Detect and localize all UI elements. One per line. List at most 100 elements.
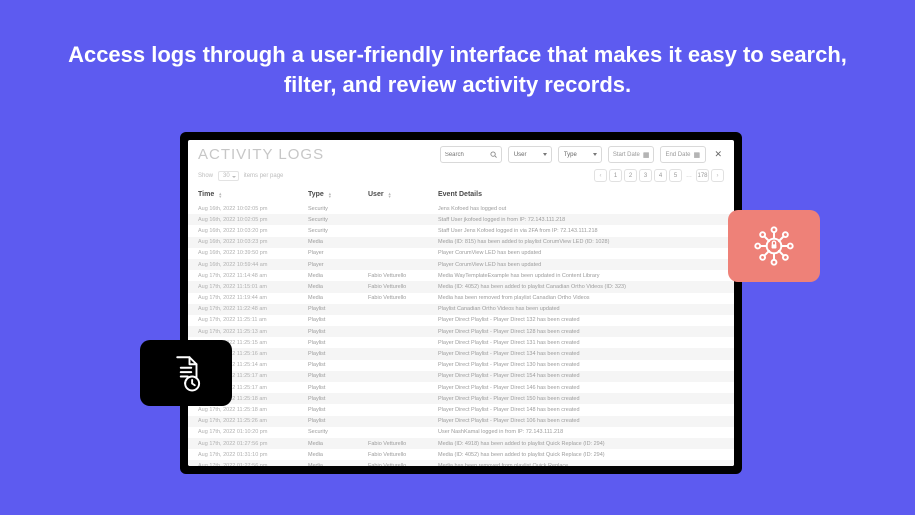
topbar: ACTIVITY LOGS User Type Start Date ▦ End… xyxy=(188,140,734,169)
per-page-prefix: Show xyxy=(198,173,213,179)
table-row[interactable]: Aug 16th, 2022 10:03:20 pmSecurityStaff … xyxy=(188,225,734,236)
table-row[interactable]: Aug 17th, 2022 11:25:11 amPlaylist Player… xyxy=(188,315,734,326)
cell-event: Staff User Jens Kofoed logged in via 2FA… xyxy=(438,228,724,234)
table-row[interactable]: Aug 16th, 2022 10:39:50 pmPlayerPlayer C… xyxy=(188,248,734,259)
cell-event: Player Direct Playlist - Player Direct 1… xyxy=(438,407,724,413)
calendar-icon: ▦ xyxy=(643,151,650,159)
per-page-label: items per page xyxy=(244,173,284,179)
table-row[interactable]: Aug 17th, 2022 11:19:44 amMediaFabio Vet… xyxy=(188,293,734,304)
cell-type: Player xyxy=(308,250,368,256)
cell-time: Aug 17th, 2022 11:19:44 am xyxy=(198,295,308,301)
start-date-input[interactable]: Start Date ▦ xyxy=(608,146,655,163)
table-row[interactable]: Aug 17th, 2022 11:25:14 amPlaylistPlayer… xyxy=(188,360,734,371)
cell-type: Playlist xyxy=(308,418,368,424)
table-row[interactable]: Aug 16th, 2022 10:03:23 pmMediaMedia (ID… xyxy=(188,237,734,248)
sort-icon: ▲▼ xyxy=(218,192,222,198)
cell-event: Media (ID: 4918) has been added to playl… xyxy=(438,441,724,447)
overlay-network-lock-icon xyxy=(728,210,820,282)
cell-event: Player Direct Playlist - Player Direct 1… xyxy=(438,351,724,357)
cell-event: Media has been removed from playlist Qui… xyxy=(438,463,724,466)
cell-event: Player Direct Playlist - Player Direct 1… xyxy=(438,362,724,368)
table-row[interactable]: Aug 17th, 2022 01:27:56 pmMediaFabio Vet… xyxy=(188,460,734,466)
cell-time: Aug 17th, 2022 11:25:26 am xyxy=(198,418,308,424)
table-header: Time▲▼ Type▲▼ User▲▼ Event Details xyxy=(188,186,734,203)
page-4[interactable]: 4 xyxy=(654,169,667,182)
cell-time: Aug 16th, 2022 10:02:05 pm xyxy=(198,217,308,223)
subbar: Show 30 items per page ‹ 1 2 3 4 5 … 178… xyxy=(188,169,734,186)
table-row[interactable]: Aug 17th, 2022 01:27:56 pmMediaFabio Vet… xyxy=(188,438,734,449)
cell-type: Playlist xyxy=(308,329,368,335)
per-page-select[interactable]: 30 xyxy=(218,171,239,181)
sort-icon: ▲▼ xyxy=(328,192,332,198)
clear-filters-button[interactable]: ✕ xyxy=(712,149,724,160)
cell-event: Player CorumView LED has been updated xyxy=(438,250,724,256)
cell-event: Player Direct Playlist - Player Direct 1… xyxy=(438,317,724,323)
cell-time: Aug 17th, 2022 11:25:11 am xyxy=(198,317,308,323)
cell-event: Media (ID: 4052) has been added to playl… xyxy=(438,452,724,458)
page-next-button[interactable]: › xyxy=(711,169,724,182)
table-row[interactable]: Aug 16th, 2022 10:02:05 pmSecurity Staff … xyxy=(188,214,734,225)
search-field[interactable] xyxy=(440,146,502,163)
table-row[interactable]: Aug 17th, 2022 11:25:15 amPlaylistPlayer… xyxy=(188,337,734,348)
page-5[interactable]: 5 xyxy=(669,169,682,182)
table-row[interactable]: Aug 17th, 2022 11:25:16 amPlaylistPlayer… xyxy=(188,348,734,359)
cell-event: Playlist Canadian Ortho Videos has been … xyxy=(438,306,724,312)
page-2[interactable]: 2 xyxy=(624,169,637,182)
cell-user: Fabio Vetturello xyxy=(368,273,438,279)
filter-user-select[interactable]: User xyxy=(508,146,552,163)
table-row[interactable]: Aug 17th, 2022 11:25:17 amPlaylistPlayer… xyxy=(188,371,734,382)
cell-time: Aug 17th, 2022 11:22:48 am xyxy=(198,306,308,312)
cell-event: Jens Kofoed has logged out xyxy=(438,206,724,212)
table-row[interactable]: Aug 16th, 2022 10:59:44 amPlayerPlayer C… xyxy=(188,259,734,270)
table-row[interactable]: Aug 17th, 2022 11:25:17 amPlaylistPlayer… xyxy=(188,382,734,393)
cell-event: Media has been removed from playlist Can… xyxy=(438,295,724,301)
cell-type: Media xyxy=(308,239,368,245)
page-last[interactable]: 178 xyxy=(696,169,709,182)
cell-user: Fabio Vetturello xyxy=(368,284,438,290)
table-row[interactable]: Aug 17th, 2022 11:22:48 amPlaylistPlayli… xyxy=(188,304,734,315)
cell-type: Media xyxy=(308,441,368,447)
end-date-input[interactable]: End Date ▦ xyxy=(660,146,706,163)
cell-type: Media xyxy=(308,273,368,279)
cell-type: Playlist xyxy=(308,317,368,323)
page-3[interactable]: 3 xyxy=(639,169,652,182)
col-user[interactable]: User▲▼ xyxy=(368,191,438,198)
page-1[interactable]: 1 xyxy=(609,169,622,182)
cell-type: Playlist xyxy=(308,340,368,346)
filter-type-select[interactable]: Type xyxy=(558,146,602,163)
table-row[interactable]: Aug 17th, 2022 11:25:26 amPlaylist Player… xyxy=(188,416,734,427)
hero-headline: Access logs through a user-friendly inte… xyxy=(0,0,915,99)
col-time[interactable]: Time▲▼ xyxy=(198,191,308,198)
cell-event: Player CorumView LED has been updated xyxy=(438,262,724,268)
cell-event: Media (ID: 815) has been added to playli… xyxy=(438,239,724,245)
table-row[interactable]: Aug 17th, 2022 01:31:10 pmMediaFabio Vet… xyxy=(188,449,734,460)
table-row[interactable]: Aug 17th, 2022 11:15:01 amMediaFabio Vet… xyxy=(188,281,734,292)
cell-event: Media (ID: 4052) has been added to playl… xyxy=(438,284,724,290)
table-row[interactable]: Aug 17th, 2022 11:25:18 amPlaylistPlayer… xyxy=(188,393,734,404)
page-ellipsis: … xyxy=(684,173,694,179)
cell-event: Player Direct Playlist - Player Direct 1… xyxy=(438,418,724,424)
start-date-label: Start Date xyxy=(613,152,640,158)
cell-event: Player Direct Playlist - Player Direct 1… xyxy=(438,340,724,346)
table-row[interactable]: Aug 16th, 2022 10:02:05 pmSecurityJens K… xyxy=(188,203,734,214)
page-prev-button[interactable]: ‹ xyxy=(594,169,607,182)
cell-time: Aug 17th, 2022 01:27:56 pm xyxy=(198,463,308,466)
search-input[interactable] xyxy=(445,152,487,158)
table-row[interactable]: Aug 17th, 2022 01:10:20 pmSecurityUser N… xyxy=(188,427,734,438)
cell-time: Aug 17th, 2022 11:15:01 am xyxy=(198,284,308,290)
table-row[interactable]: Aug 17th, 2022 11:25:13 amPlaylistPlayer… xyxy=(188,326,734,337)
col-event[interactable]: Event Details xyxy=(438,191,724,198)
cell-event: Player Direct Playlist - Player Direct 1… xyxy=(438,373,724,379)
cell-type: Playlist xyxy=(308,373,368,379)
cell-type: Security xyxy=(308,217,368,223)
cell-type: Playlist xyxy=(308,385,368,391)
cell-type: Media xyxy=(308,295,368,301)
table-row[interactable]: Aug 17th, 2022 11:14:48 amMediaFabio Vet… xyxy=(188,270,734,281)
cell-type: Playlist xyxy=(308,362,368,368)
cell-user: Fabio Vetturello xyxy=(368,452,438,458)
search-icon xyxy=(490,151,497,158)
table-row[interactable]: Aug 17th, 2022 11:25:18 amPlaylistPlayer… xyxy=(188,404,734,415)
col-type[interactable]: Type▲▼ xyxy=(308,191,368,198)
cell-type: Player xyxy=(308,262,368,268)
cell-event: Staff User jkofoed logged in from IP: 72… xyxy=(438,217,724,223)
